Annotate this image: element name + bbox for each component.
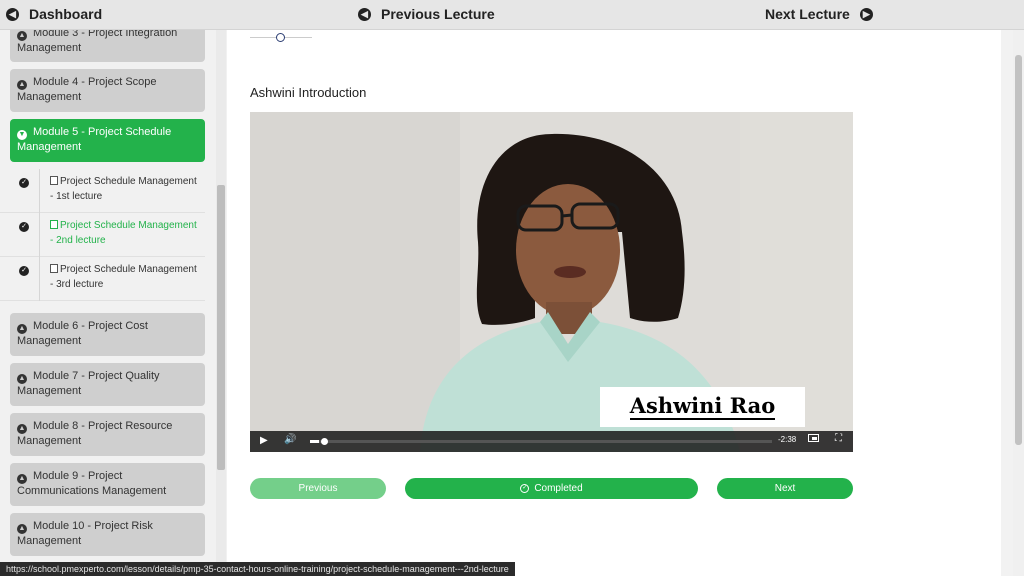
play-icon[interactable]: ▶ xyxy=(260,435,268,446)
chevron-down-icon: ▼ xyxy=(17,130,27,140)
previous-button-label: Previous xyxy=(298,483,338,494)
document-icon xyxy=(50,176,58,185)
video-progress-bar[interactable] xyxy=(310,438,772,445)
chevron-up-icon: ▲ xyxy=(17,474,27,484)
chevron-up-icon: ▲ xyxy=(17,31,27,41)
document-icon xyxy=(50,264,58,273)
chevron-up-icon: ▲ xyxy=(17,80,27,90)
next-button-label: Next xyxy=(774,483,796,494)
check-circle-icon: ✓ xyxy=(19,266,29,276)
status-bar-url: https://school.pmexperto.com/lesson/deta… xyxy=(0,562,515,576)
video-controls-bar: ▶ 🔊 -2:38 ⛶ xyxy=(250,431,853,452)
previous-lecture-label: Previous Lecture xyxy=(381,6,495,22)
arrow-right-circle-icon: ▶ xyxy=(859,7,873,21)
lesson-title: Ashwini Introduction xyxy=(250,85,367,100)
progress-slider-handle[interactable] xyxy=(276,33,285,42)
module-item-5[interactable]: ▼ Module 5 - Project Schedule Management xyxy=(10,119,205,162)
module-label: Module 10 - Project Risk Management xyxy=(17,520,153,547)
module-item-4[interactable]: ▲ Module 4 - Project Scope Management xyxy=(10,69,205,112)
document-icon xyxy=(50,220,58,229)
check-circle-icon: ✓ xyxy=(19,178,29,188)
chevron-up-icon: ▲ xyxy=(17,374,27,384)
lecture-item-1[interactable]: ✓ Project Schedule Management - 1st lect… xyxy=(0,169,205,213)
next-lecture-label: Next Lecture xyxy=(765,6,850,22)
lecture-label: Project Schedule Management - 1st lectur… xyxy=(50,176,197,202)
chevron-up-icon: ▲ xyxy=(17,424,27,434)
divider xyxy=(39,213,40,257)
arrow-left-circle-icon: ◀ xyxy=(6,7,19,21)
top-navigation-bar: ◀ Dashboard ◀ Previous Lecture Next Lect… xyxy=(0,0,1024,30)
volume-icon[interactable]: 🔊 xyxy=(284,434,296,445)
divider xyxy=(39,257,40,301)
module-label: Module 8 - Project Resource Management xyxy=(17,420,173,447)
module-label: Module 5 - Project Schedule Management xyxy=(17,126,172,153)
lecture-label: Project Schedule Management - 2nd lectur… xyxy=(50,220,197,246)
module-item-9[interactable]: ▲ Module 9 - Project Communications Manag… xyxy=(10,463,205,506)
chevron-up-icon: ▲ xyxy=(17,324,27,334)
divider xyxy=(39,169,40,213)
completed-button-label: Completed xyxy=(534,483,583,494)
check-circle-icon: ✓ xyxy=(19,222,29,232)
module-label: Module 6 - Project Cost Management xyxy=(17,320,148,347)
name-plate-text: Ashwini Rao xyxy=(629,393,776,420)
module-label: Module 7 - Project Quality Management xyxy=(17,370,160,397)
module-label: Module 9 - Project Communications Manage… xyxy=(17,470,167,497)
next-lecture-link[interactable]: Next Lecture ▶ xyxy=(765,6,873,22)
next-button[interactable]: Next xyxy=(717,478,853,499)
module-label: Module 3 - Project Integration Managemen… xyxy=(17,27,178,54)
module-item-6[interactable]: ▲ Module 6 - Project Cost Management xyxy=(10,313,205,356)
video-progress-handle[interactable] xyxy=(321,438,328,445)
module-label: Module 4 - Project Scope Management xyxy=(17,76,157,103)
dashboard-label: Dashboard xyxy=(29,6,103,22)
chevron-up-icon: ▲ xyxy=(17,524,27,534)
video-player[interactable]: Ashwini Rao ▶ 🔊 -2:38 ⛶ xyxy=(250,112,853,452)
completed-button[interactable]: ✓ Completed xyxy=(405,478,698,499)
page-scrollbar-thumb[interactable] xyxy=(1015,55,1022,445)
lecture-label: Project Schedule Management - 3rd lectur… xyxy=(50,264,197,290)
previous-lecture-link[interactable]: ◀ Previous Lecture xyxy=(358,6,495,22)
module-item-7[interactable]: ▲ Module 7 - Project Quality Management xyxy=(10,363,205,406)
previous-button[interactable]: Previous xyxy=(250,478,386,499)
dashboard-link[interactable]: ◀ Dashboard xyxy=(6,6,102,22)
check-circle-icon: ✓ xyxy=(520,484,530,493)
lecture-item-3[interactable]: ✓ Project Schedule Management - 3rd lect… xyxy=(0,257,205,301)
sidebar-scrollbar-thumb[interactable] xyxy=(217,185,225,470)
time-remaining: -2:38 xyxy=(778,435,797,444)
module-item-8[interactable]: ▲ Module 8 - Project Resource Management xyxy=(10,413,205,456)
arrow-left-circle-icon: ◀ xyxy=(358,7,371,21)
lecture-item-2[interactable]: ✓ Project Schedule Management - 2nd lect… xyxy=(0,213,205,257)
name-plate-overlay: Ashwini Rao xyxy=(600,387,805,427)
picture-in-picture-icon[interactable] xyxy=(808,434,819,445)
module-item-10[interactable]: ▲ Module 10 - Project Risk Management xyxy=(10,513,205,556)
video-progress-fill xyxy=(310,440,319,443)
fullscreen-icon[interactable]: ⛶ xyxy=(835,433,842,444)
